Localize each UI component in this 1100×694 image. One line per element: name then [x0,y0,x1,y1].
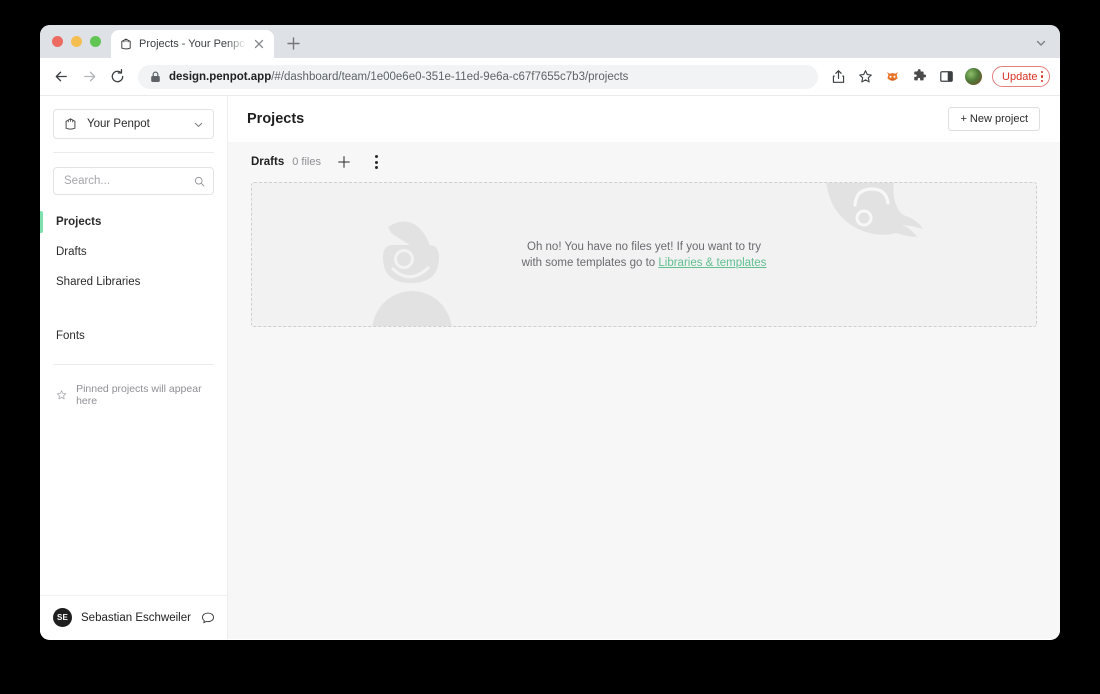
extensions-button[interactable] [907,65,931,89]
arrow-right-icon [83,71,95,82]
sidebar-divider-bottom [53,364,214,365]
dashboard-main: Projects + New project Drafts 0 files Oh… [228,96,1060,639]
sidebar-item-label: Shared Libraries [56,276,141,288]
user-name: Sebastian Eschweiler [81,611,191,624]
empty-state-message: Oh no! You have no files yet! If you wan… [522,239,767,271]
profile-avatar-icon [964,68,982,85]
side-panel-icon [939,71,953,82]
tab-list-button[interactable] [1030,32,1052,54]
window-traffic-lights [50,25,111,58]
sidebar-item-label: Fonts [56,330,85,342]
team-selector[interactable]: Your Penpot [53,109,214,139]
penpot-favicon [121,38,131,50]
extensions-puzzle-icon [913,69,926,81]
profile-button[interactable] [961,65,985,89]
browser-tab-strip: Projects - Your Penpot - Penpo [40,25,1060,58]
forward-button[interactable] [76,64,102,90]
pinned-projects-label: Pinned projects will appear here [76,383,202,407]
sidebar-item-label: Projects [56,216,102,228]
url-text: design.penpot.app/#/dashboard/team/1e00e… [169,71,628,83]
reload-icon [111,69,123,83]
empty-state-line-2: with some templates go to Libraries & te… [522,255,767,271]
penpot-logo-icon [65,118,76,130]
pinned-projects-hint: Pinned projects will appear here [56,383,214,407]
empty-state-line-1: Oh no! You have no files yet! If you wan… [527,240,761,253]
pin-star-icon [56,390,67,400]
toolbar-icons: Update [826,65,1050,89]
sidebar-nav: Projects Drafts Shared Libraries Fonts [40,207,227,351]
reload-button[interactable] [104,64,130,90]
main-header: Projects + New project [228,96,1060,142]
share-icon [832,70,844,83]
close-tab-icon[interactable] [252,37,266,51]
address-bar[interactable]: design.penpot.app/#/dashboard/team/1e00e… [138,64,819,89]
search-icon[interactable] [194,175,205,188]
avatar: SE [53,608,72,627]
new-tab-button[interactable] [280,30,306,56]
empty-files-dropzone[interactable]: Oh no! You have no files yet! If you wan… [251,182,1037,327]
penpot-creature-illustration [826,183,923,237]
libraries-templates-link[interactable]: Libraries & templates [658,257,766,269]
browser-toolbar: design.penpot.app/#/dashboard/team/1e00e… [40,58,1060,96]
comments-icon[interactable] [201,611,215,625]
sidebar-item-shared-libraries[interactable]: Shared Libraries [40,267,227,297]
sidebar-divider-top [53,152,214,153]
project-header: Drafts 0 files [251,142,1037,182]
penpot-character-illustration [372,221,452,326]
minimize-window-button[interactable] [71,36,82,47]
team-name: Your Penpot [87,118,150,130]
project-section: Drafts 0 files Oh no! You have no files … [228,142,1060,327]
plus-icon [338,156,350,168]
firefox-extension-button[interactable] [880,65,904,89]
browser-window: Projects - Your Penpot - Penpo [40,25,1060,640]
share-button[interactable] [826,65,850,89]
back-button[interactable] [48,64,74,90]
update-button-label: Update [1002,70,1038,83]
new-project-button[interactable]: + New project [948,107,1040,131]
arrow-left-icon [55,71,67,82]
side-panel-button[interactable] [934,65,958,89]
search-box[interactable] [53,167,214,195]
search-input[interactable] [64,175,195,187]
bookmark-button[interactable] [853,65,877,89]
firefox-extension-icon [886,72,898,81]
user-profile[interactable]: SE Sebastian Eschweiler [40,595,227,639]
url-path: /#/dashboard/team/1e00e6e0-351e-11ed-9e6… [271,70,629,83]
penpot-dashboard: Your Penpot Projects Drafts [40,96,1060,639]
sidebar-item-label: Drafts [56,246,87,258]
close-window-button[interactable] [52,36,63,47]
project-options-button[interactable] [367,152,387,172]
browser-tab-title: Projects - Your Penpot - Penpo [139,38,246,50]
empty-state-line-2-prefix: with some templates go to [521,256,659,269]
project-name[interactable]: Drafts [251,156,284,168]
page-title: Projects [247,111,305,127]
url-domain: design.penpot.app [169,70,272,83]
project-file-count: 0 files [292,156,321,168]
chevron-down-icon [194,122,203,127]
plus-icon [286,36,300,50]
update-button[interactable]: Update [992,66,1050,87]
sidebar-item-projects[interactable]: Projects [40,207,227,237]
browser-tab[interactable]: Projects - Your Penpot - Penpo [111,30,274,58]
browser-menu-icon[interactable] [1040,70,1043,83]
sidebar-item-fonts[interactable]: Fonts [40,321,227,351]
dashboard-sidebar: Your Penpot Projects Drafts [40,96,228,639]
lock-icon [151,71,160,82]
maximize-window-button[interactable] [90,36,101,47]
kebab-menu-icon [375,155,379,169]
chevron-down-icon [1036,40,1046,46]
add-file-button[interactable] [334,152,354,172]
sidebar-item-drafts[interactable]: Drafts [40,237,227,267]
bookmark-star-icon [858,70,872,83]
sidebar-nav-gap [40,297,227,321]
